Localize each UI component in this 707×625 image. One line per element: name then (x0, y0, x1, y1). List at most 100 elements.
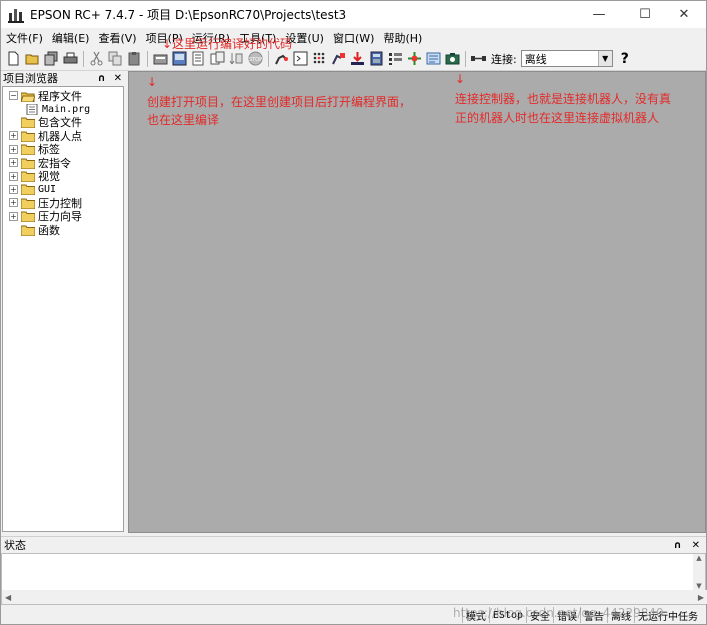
mdi-client-area[interactable] (128, 71, 706, 533)
help-button[interactable]: ? (621, 51, 629, 67)
toolbar-separator (465, 50, 466, 67)
vertical-scrollbar[interactable]: ▲ ▼ (693, 554, 705, 590)
task-manager-icon[interactable] (387, 51, 403, 67)
status-safety: 安全 (526, 607, 553, 623)
expand-toggle-icon[interactable]: + (9, 198, 18, 208)
explorer-header: 项目浏览器 ∩ ✕ (1, 71, 125, 85)
menu-file[interactable]: 文件(F) (1, 30, 47, 46)
camera-icon[interactable] (444, 51, 460, 67)
annotation-connect-note-1: 连接控制器，也就是连接机器人，没有真 (455, 92, 672, 106)
annotation-compile: ↓这里运行编译好的代码 (162, 37, 293, 51)
connection-label: 连接: (491, 52, 517, 66)
folder-icon (20, 184, 36, 196)
folder-icon (20, 225, 36, 237)
toolbar-separator (147, 50, 148, 67)
expand-toggle-icon[interactable]: + (9, 211, 18, 221)
title-bar[interactable]: EPSON RC+ 7.4.7 - 项目 D:\EpsonRC70\Projec… (1, 1, 706, 28)
status-mode: 模式 (461, 607, 489, 623)
tree-item-label: GUI (38, 183, 57, 195)
copy-icon[interactable] (107, 51, 123, 67)
folder-icon (20, 144, 36, 156)
menu-edit[interactable]: 编辑(E) (47, 30, 94, 46)
status-bar: 模式 EStop 安全 错误 警告 离线 无运行中任务 (1, 606, 706, 624)
download-icon[interactable] (349, 51, 365, 67)
status-offline: 离线 (607, 607, 634, 623)
horizontal-scrollbar[interactable]: ◀ ▶ (2, 590, 707, 604)
annotation-project-arrow: ↓ (147, 75, 158, 89)
status-tasks: 无运行中任务 (634, 607, 706, 623)
annotation-connect-arrow: ↓ (455, 72, 466, 86)
annotation-project-note-2: 也在这里编译 (147, 113, 220, 127)
save-all-icon[interactable] (43, 51, 59, 67)
status-error: 错误 (553, 607, 580, 623)
folder-icon (20, 158, 36, 170)
folder-icon (20, 198, 36, 210)
vision-guide-icon[interactable] (425, 51, 441, 67)
pin-icon[interactable]: ∩ (673, 540, 681, 551)
menu-bar: 文件(F) 编辑(E) 查看(V) 项目(P) 运行(R) 工具(T) 设置(U… (1, 28, 706, 47)
close-icon[interactable]: ✕ (114, 73, 122, 84)
print-icon[interactable] (62, 51, 78, 67)
folder-icon (20, 211, 36, 223)
status-panel: 状态 ∩ ✕ ▲ ▼ ◀ ▶ (1, 536, 707, 606)
tree-item-label: 程序文件 (38, 89, 82, 103)
status-title: 状态 (4, 539, 26, 552)
connection-icon[interactable] (470, 51, 486, 67)
io-monitor-icon[interactable] (311, 51, 327, 67)
tree-item[interactable]: − 程序文件 (3, 89, 123, 103)
tree-item-label: Main.prg (42, 103, 91, 115)
project-tree: − 程序文件 Main.prg 包含文件 + 机器人点 + 标签 + 宏指令 + 视觉 + GUI + 压力控… (2, 86, 124, 532)
epson-app-icon (8, 7, 24, 23)
status-header: 状态 ∩ ✕ (1, 536, 706, 553)
window-title: EPSON RC+ 7.4.7 - 项目 D:\EpsonRC70\Projec… (30, 8, 347, 22)
calculator-icon[interactable] (368, 51, 384, 67)
paste-icon[interactable] (126, 51, 142, 67)
tree-item[interactable]: + 视觉 (3, 169, 123, 184)
status-estop: EStop (488, 607, 526, 623)
close-icon[interactable]: ✕ (692, 540, 700, 551)
expand-toggle-icon[interactable]: + (9, 184, 18, 194)
status-output[interactable]: ▲ ▼ ◀ ▶ (1, 553, 707, 605)
dropdown-arrow-icon[interactable]: ▼ (597, 51, 612, 66)
open-folder-icon[interactable] (24, 51, 40, 67)
folder-icon (20, 117, 36, 129)
annotation-project-note-1: 创建打开项目，在这里创建项目后打开编程界面， (147, 95, 412, 109)
tree-item[interactable]: + 压力向导 (3, 210, 123, 223)
run-window-icon[interactable] (330, 51, 346, 67)
new-file-icon[interactable] (5, 51, 21, 67)
pin-icon[interactable]: ∩ (97, 73, 105, 84)
folder-open-icon (20, 91, 36, 103)
minimize-button[interactable]: — (576, 1, 622, 28)
connection-select[interactable]: 离线 ▼ (520, 50, 613, 67)
program-file-icon (25, 103, 38, 116)
folder-icon (20, 171, 36, 183)
menu-window[interactable]: 窗口(W) (328, 30, 378, 46)
toolbar-separator (83, 50, 84, 67)
main-toolbar: STOP 连接: 离线 ▼ ? (1, 47, 706, 71)
tree-item[interactable]: + 宏指令 (3, 156, 123, 170)
menu-view[interactable]: 查看(V) (93, 30, 140, 46)
svg-text:STOP: STOP (248, 57, 261, 63)
folder-icon (20, 131, 36, 143)
command-window-icon[interactable] (292, 51, 308, 67)
cut-icon[interactable] (88, 51, 104, 67)
expand-toggle-icon[interactable]: + (9, 158, 18, 168)
tree-item-label: 函数 (38, 223, 60, 237)
expand-toggle-icon[interactable]: + (9, 171, 18, 181)
tree-item-label: 视觉 (38, 170, 60, 184)
tree-item[interactable]: + 机器人点 (3, 129, 123, 143)
status-warning: 警告 (580, 607, 607, 623)
close-button[interactable]: ✕ (661, 1, 707, 28)
app-window: EPSON RC+ 7.4.7 - 项目 D:\EpsonRC70\Projec… (0, 0, 707, 625)
tree-item[interactable]: 函数 (3, 223, 123, 237)
annotation-connect-note-2: 正的机器人时也在这里连接虚拟机器人 (455, 111, 660, 125)
expand-toggle-icon[interactable]: + (9, 131, 18, 141)
expand-toggle-icon[interactable]: + (9, 144, 18, 154)
project-explorer: 项目浏览器 ∩ ✕ − 程序文件 Main.prg 包含文件 + 机器人点 + 标签 + 宏指令 +… (1, 71, 125, 533)
explorer-title: 项目浏览器 (3, 72, 58, 85)
point-teach-icon[interactable] (406, 51, 422, 67)
expand-toggle-icon[interactable]: − (9, 91, 18, 101)
menu-help[interactable]: 帮助(H) (378, 30, 426, 46)
connection-value: 离线 (524, 52, 547, 66)
